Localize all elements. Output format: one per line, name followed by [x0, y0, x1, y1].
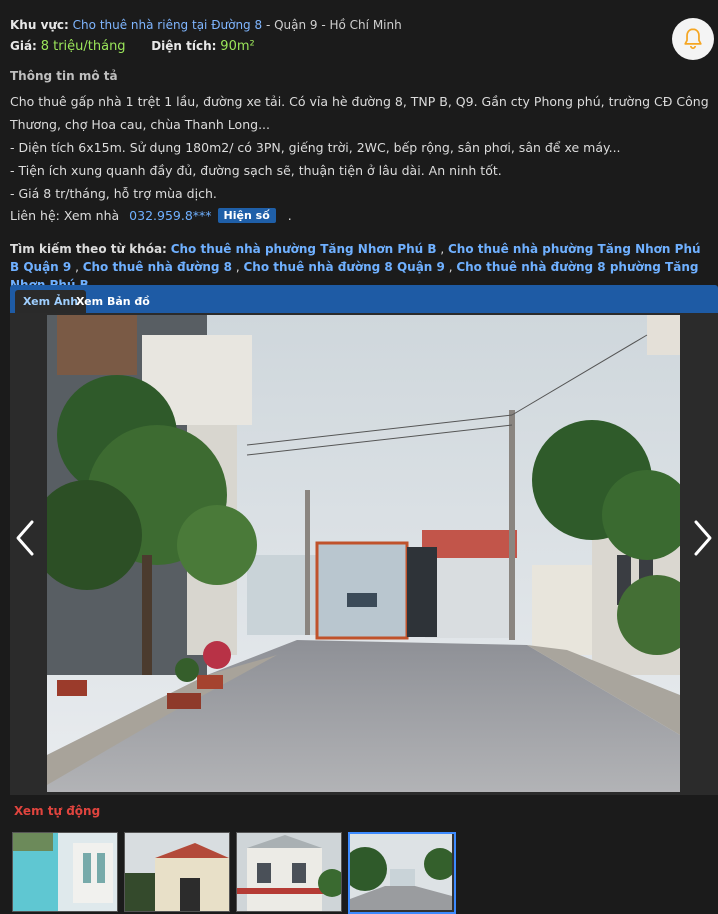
- thumbnail-image: [350, 834, 454, 910]
- chevron-left-icon: [16, 520, 34, 556]
- description-body: Cho thuê gấp nhà 1 trệt 1 lầu, đường xe …: [10, 90, 712, 205]
- thumbnail[interactable]: [12, 832, 118, 912]
- thumbnail-active[interactable]: [348, 832, 456, 914]
- thumbnail-image: [13, 833, 117, 911]
- street-photo: [47, 315, 680, 792]
- size-label: Diện tích:: [151, 39, 217, 53]
- thumbnail[interactable]: [236, 832, 342, 912]
- photo-gallery: [10, 313, 718, 795]
- bell-icon: [684, 28, 702, 50]
- main-photo[interactable]: [47, 315, 680, 792]
- keyword-link[interactable]: Cho thuê nhà đường 8 Quận 9: [243, 260, 444, 274]
- show-phone-button[interactable]: Hiện số: [217, 208, 276, 223]
- keyword-link[interactable]: Cho thuê nhà đường 8: [83, 260, 232, 274]
- gallery-tabbar: Xem Ảnh Xem Bản đồ: [10, 285, 718, 313]
- contact-label: Liên hệ: Xem nhà: [10, 208, 120, 223]
- contact-row: Liên hệ: Xem nhà 032.959.8*** Hiện số .: [10, 208, 292, 223]
- keyword-label: Tìm kiếm theo từ khóa:: [10, 242, 167, 256]
- previous-photo-button[interactable]: [14, 518, 36, 561]
- description-line: - Tiện ích xung quanh đầy đủ, đường sạch…: [10, 163, 502, 178]
- area-label: Khu vực:: [10, 18, 69, 32]
- keyword-link[interactable]: Cho thuê nhà phường Tăng Nhơn Phú B: [171, 242, 437, 256]
- next-photo-button[interactable]: [692, 518, 714, 561]
- price-label: Giá:: [10, 39, 37, 53]
- description-title: Thông tin mô tả: [10, 69, 118, 83]
- thumbnail-image: [237, 833, 341, 911]
- area-location: - Quận 9 - Hồ Chí Minh: [262, 18, 402, 32]
- area-link[interactable]: Cho thuê nhà riêng tại Đường 8: [73, 18, 262, 32]
- price-row: Giá: 8 triệu/tháng Diện tích: 90m²: [10, 39, 255, 54]
- contact-phone: 032.959.8***: [129, 208, 212, 223]
- chevron-right-icon: [694, 520, 712, 556]
- tab-map[interactable]: Xem Bản đồ: [68, 290, 158, 313]
- description-line: Cho thuê gấp nhà 1 trệt 1 lầu, đường xe …: [10, 94, 709, 132]
- price-value: 8 triệu/tháng: [40, 39, 126, 54]
- area-row: Khu vực: Cho thuê nhà riêng tại Đường 8 …: [10, 18, 402, 32]
- thumbnail-image: [125, 833, 229, 911]
- thumbnail-strip: [12, 832, 456, 914]
- contact-trailing: .: [287, 208, 292, 223]
- description-line: - Giá 8 tr/tháng, hỗ trợ mùa dịch.: [10, 186, 217, 201]
- notification-button[interactable]: [672, 18, 714, 60]
- size-value: 90m²: [220, 39, 255, 54]
- thumbnail[interactable]: [124, 832, 230, 912]
- description-line: - Diện tích 6x15m. Sử dụng 180m2/ có 3PN…: [10, 140, 621, 155]
- autoplay-link[interactable]: Xem tự động: [14, 804, 100, 818]
